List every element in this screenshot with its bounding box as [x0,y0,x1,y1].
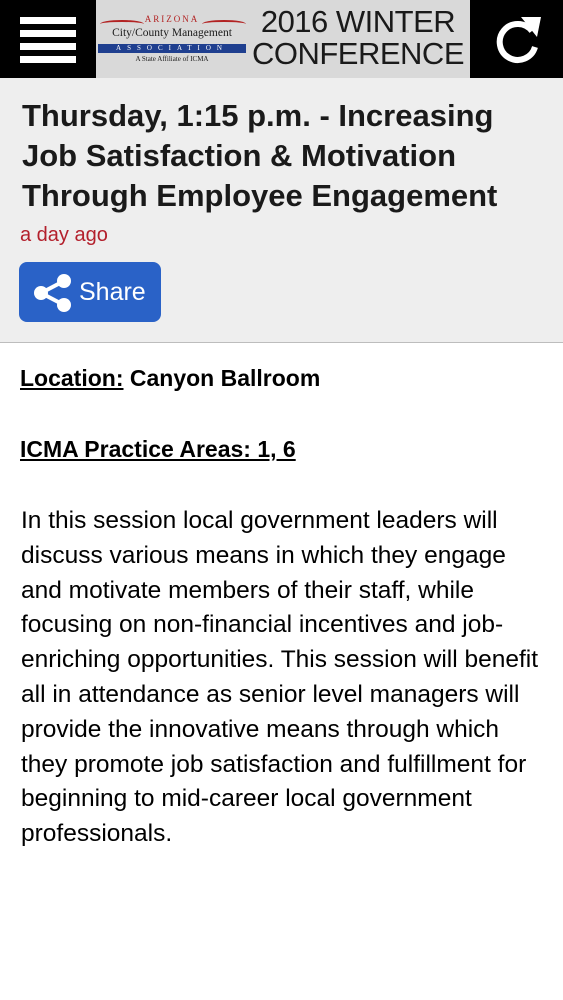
refresh-icon [496,17,541,63]
practice-areas-field: ICMA Practice Areas: 1, 6 [20,436,296,463]
top-app-bar: ARIZONA City/County Management ASSOCIATI… [0,0,563,78]
logo-association: ASSOCIATION [98,44,246,53]
conference-banner: ARIZONA City/County Management ASSOCIATI… [96,0,470,78]
location-field: Location: Canyon Ballroom [20,365,320,392]
location-value: Canyon Ballroom [129,365,321,391]
practice-areas: ICMA Practice Areas: 1, 6 [20,436,296,462]
conference-title-line1: 2016 WINTER [260,4,456,39]
share-label: Share [79,278,146,306]
post-timestamp: a day ago [20,224,108,246]
location-label: Location: [20,365,124,391]
logo-affiliation: A State Affiliate of ICMA [135,55,209,63]
conference-title-line2: CONFERENCE [251,36,465,71]
logo-state: ARIZONA [144,14,200,24]
menu-button[interactable] [0,0,96,78]
conference-title: 2016 WINTER CONFERENCE [250,6,466,70]
refresh-button[interactable] [470,0,563,78]
logo-name: City/County Management [112,27,232,39]
page-title: Thursday, 1:15 p.m. - Increasing Job Sat… [22,98,498,213]
session-description: In this session local government leaders… [21,507,539,848]
share-icon [34,274,71,312]
association-logo: ARIZONA City/County Management ASSOCIATI… [96,0,248,78]
share-button[interactable]: Share [19,262,161,322]
